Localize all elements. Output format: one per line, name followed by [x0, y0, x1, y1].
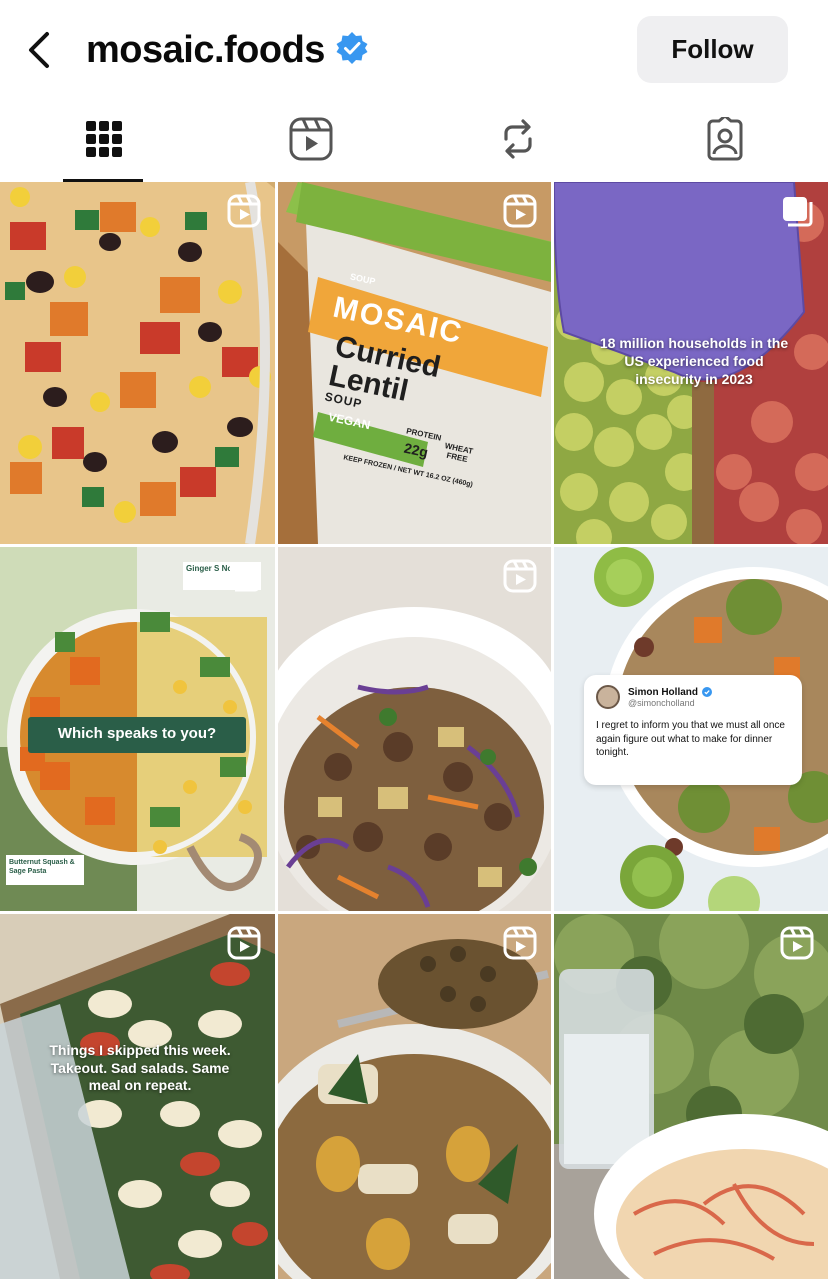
reposts-icon: [498, 117, 538, 166]
post-image-burrito-bowl: [0, 182, 275, 544]
post-tile[interactable]: Things I skipped this week. Takeout. Sad…: [0, 914, 275, 1279]
post-tile[interactable]: MOSAIC SOUP Curried Lentil SOUP VEGAN PR…: [278, 182, 551, 544]
verified-badge-icon: [335, 31, 369, 70]
post-tile[interactable]: [0, 182, 275, 544]
follow-button[interactable]: Follow: [637, 16, 788, 83]
reels-icon: [289, 117, 333, 166]
post-tile[interactable]: [278, 547, 551, 911]
post-tile[interactable]: 18 million households in the US experien…: [554, 182, 828, 544]
tweet-author-handle: @simoncholland: [628, 697, 695, 708]
grid-icon: [85, 120, 123, 163]
page-title: mosaic.foods: [86, 28, 325, 71]
tab-tagged[interactable]: [621, 100, 828, 182]
reel-badge-icon: [227, 194, 261, 228]
post-caption-overlay: 18 million households in the US experien…: [599, 335, 789, 388]
tab-reposts[interactable]: [414, 100, 621, 182]
post-image-pasta-tray: [0, 914, 275, 1279]
tab-reels[interactable]: [207, 100, 414, 182]
label-bottom: Butternut Squash & Sage Pasta: [9, 859, 75, 876]
post-image-lentil-fork: [278, 914, 551, 1279]
post-tile[interactable]: Ginger S Noo Which speaks to you? Butter…: [0, 547, 275, 911]
profile-header: mosaic.foods Follow: [0, 0, 828, 100]
post-tile[interactable]: [278, 914, 551, 1279]
tweet-avatar: [596, 685, 620, 709]
post-tile[interactable]: [554, 914, 828, 1279]
tagged-icon: [703, 113, 747, 166]
reel-badge-icon: [503, 559, 537, 593]
post-image-grain-bowl: [278, 547, 551, 911]
back-arrow-icon[interactable]: [18, 26, 62, 74]
verified-badge-icon: [702, 687, 712, 697]
reel-badge-icon: [227, 926, 261, 960]
tab-posts-grid[interactable]: [0, 100, 207, 182]
tweet-card: Simon Holland @simoncholland I regret to…: [584, 675, 802, 785]
title-group: mosaic.foods: [86, 26, 369, 74]
post-tile[interactable]: Simon Holland @simoncholland I regret to…: [554, 547, 828, 911]
reel-badge-icon: [503, 926, 537, 960]
post-image-noodles-outdoors: [554, 914, 828, 1279]
tweet-author-name: Simon Holland: [628, 686, 698, 698]
tweet-text: I regret to inform you that we must all …: [596, 720, 785, 758]
posts-grid: MOSAIC SOUP Curried Lentil SOUP VEGAN PR…: [0, 182, 828, 1279]
carousel-badge-icon: [783, 197, 813, 227]
post-caption-overlay: Things I skipped this week. Takeout. Sad…: [49, 1042, 231, 1093]
profile-tabs: [0, 100, 828, 182]
reel-badge-icon: [503, 194, 537, 228]
carousel-badge-icon: [230, 562, 260, 592]
reel-badge-icon: [780, 926, 814, 960]
question-banner: Which speaks to you?: [57, 725, 217, 742]
